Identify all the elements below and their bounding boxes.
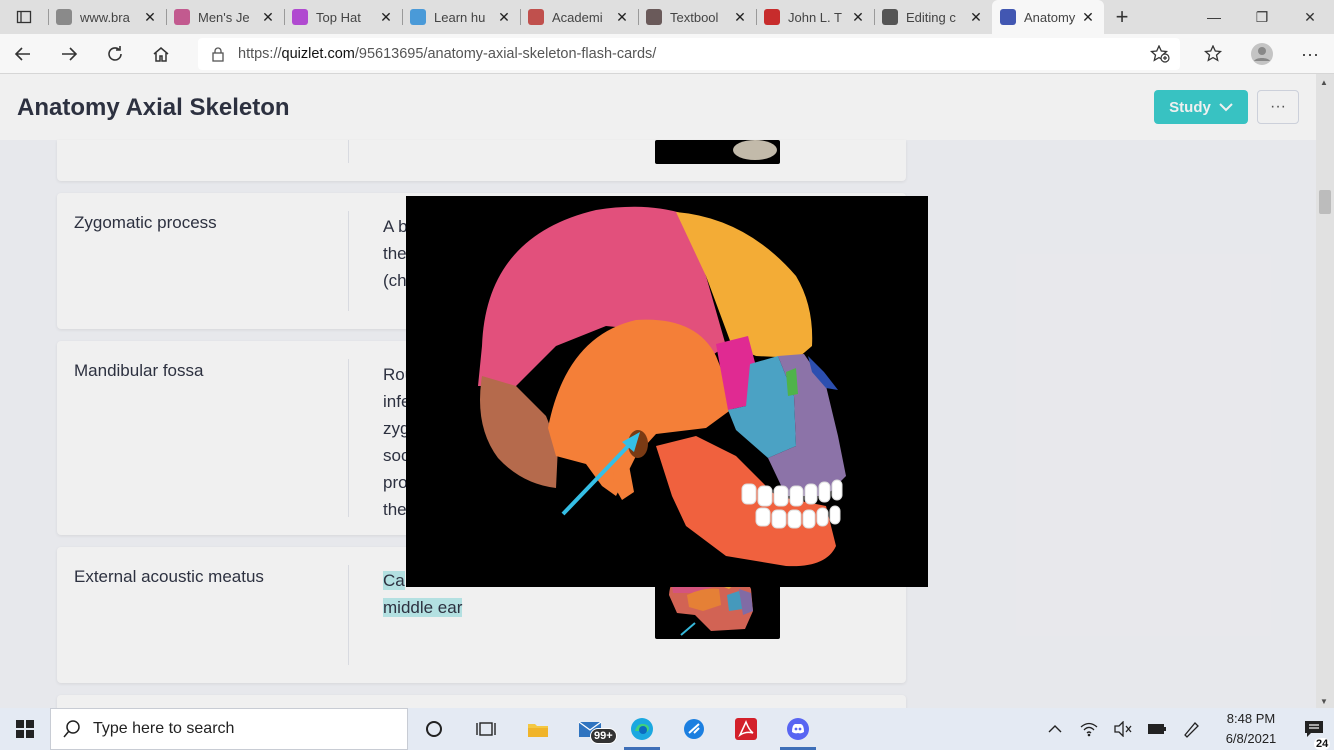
browser-tab[interactable]: Men's Je ✕ [166,0,284,34]
tab-title: Anatomy [1024,9,1076,25]
pen-icon[interactable] [1174,720,1208,738]
browser-tab[interactable]: Learn hu ✕ [402,0,520,34]
file-explorer-icon[interactable] [512,708,564,750]
edge-browser-icon[interactable] [616,708,668,750]
url-text: https://quizlet.com/95613695/anatomy-axi… [238,46,657,62]
show-hidden-icons-chevron-up-icon[interactable] [1038,724,1072,734]
enlarged-skull-image [406,196,928,587]
close-tab-icon[interactable]: ✕ [850,9,866,26]
wifi-icon[interactable] [1072,721,1106,737]
bookmark-icon [174,9,190,25]
refresh-icon [108,45,122,61]
windows-taskbar: Type here to search 99+ 8:48 PM 6/8/2021… [0,708,1334,750]
browser-tab[interactable]: Anatomy ✕ [992,0,1104,34]
battery-icon[interactable] [1140,723,1174,735]
minimize-icon[interactable]: — [1190,0,1238,34]
my-icon [528,9,544,25]
back-button[interactable] [0,36,46,72]
favorites-icon[interactable] [1190,45,1238,63]
browser-tab[interactable]: www.bra ✕ [48,0,166,34]
k-icon [410,9,426,25]
browser-tab[interactable]: Top Hat ✕ [284,0,402,34]
tab-title: John L. T [788,9,842,25]
close-tab-icon[interactable]: ✕ [614,9,630,26]
tab-title: Learn hu [434,9,486,25]
back-arrow-icon [14,46,30,61]
browser-toolbar-right: ··· [1190,34,1334,74]
search-icon [63,720,80,738]
forward-button[interactable] [46,36,92,72]
quizlet-icon [1000,9,1016,25]
tab-list: www.bra ✕ Men's Je ✕ Top Hat ✕ Learn hu ✕ Academ… [48,0,1104,34]
browser-tab[interactable]: Editing c ✕ [874,0,992,34]
start-button[interactable] [0,708,50,750]
editing-icon [882,9,898,25]
taskbar-search-box[interactable]: Type here to search [50,708,408,750]
restore-icon[interactable]: ❐ [1238,0,1286,34]
tab-actions-button[interactable] [0,0,48,34]
window-controls: — ❐ ✕ [1190,0,1334,34]
pdf-icon [764,9,780,25]
app-blue-icon[interactable] [668,708,720,750]
adobe-acrobat-icon[interactable] [720,708,772,750]
browser-tab-strip: www.bra ✕ Men's Je ✕ Top Hat ✕ Learn hu ✕ Academ… [0,0,1334,34]
notification-count: 24 [1314,738,1331,750]
address-bar-row: https://quizlet.com/95613695/anatomy-axi… [0,34,1334,74]
forward-arrow-icon [62,46,78,61]
home-icon [153,46,169,62]
settings-more-icon[interactable]: ··· [1286,44,1334,65]
close-tab-icon[interactable]: ✕ [496,9,512,26]
task-view-icon[interactable] [460,708,512,750]
close-tab-icon[interactable]: ✕ [1080,9,1096,26]
system-clock[interactable]: 8:48 PM 6/8/2021 [1208,709,1294,749]
add-favorite-icon[interactable] [1149,44,1170,68]
mail-icon[interactable]: 99+ [564,708,617,750]
tab-title: Top Hat [316,9,361,25]
lock-icon[interactable] [198,46,238,62]
discord-icon[interactable] [772,708,824,750]
tab-title: Men's Je [198,9,250,25]
skull-diagram [406,196,928,587]
close-window-icon[interactable]: ✕ [1286,0,1334,34]
cortana-icon[interactable] [408,708,460,750]
close-tab-icon[interactable]: ✕ [378,9,394,26]
profile-avatar-icon[interactable] [1238,42,1286,66]
textbook-icon [646,9,662,25]
notification-center-icon[interactable]: 24 [1294,720,1334,750]
tab-title: www.bra [80,9,130,25]
clock-date: 6/8/2021 [1225,731,1277,746]
clock-time: 8:48 PM [1226,711,1276,726]
tab-title: Editing c [906,9,956,25]
system-tray: 8:48 PM 6/8/2021 24 [1038,708,1334,750]
home-button[interactable] [138,36,184,72]
refresh-button[interactable] [92,36,138,72]
mail-badge: 99+ [590,728,617,744]
close-tab-icon[interactable]: ✕ [968,9,984,26]
windows-logo-icon [16,720,34,738]
search-placeholder: Type here to search [93,720,235,737]
tab-title: Textbool [670,9,719,25]
new-tab-button[interactable]: + [1104,4,1140,30]
tophat-icon [292,9,308,25]
close-tab-icon[interactable]: ✕ [732,9,748,26]
tab-actions-icon [16,10,32,24]
globe-icon [56,9,72,25]
volume-muted-icon[interactable] [1106,721,1140,737]
browser-tab[interactable]: Academi ✕ [520,0,638,34]
tab-title: Academi [552,9,603,25]
close-tab-icon[interactable]: ✕ [142,9,158,26]
url-field[interactable]: https://quizlet.com/95613695/anatomy-axi… [198,38,1180,70]
close-tab-icon[interactable]: ✕ [260,9,276,26]
browser-tab[interactable]: John L. T ✕ [756,0,874,34]
browser-tab[interactable]: Textbool ✕ [638,0,756,34]
